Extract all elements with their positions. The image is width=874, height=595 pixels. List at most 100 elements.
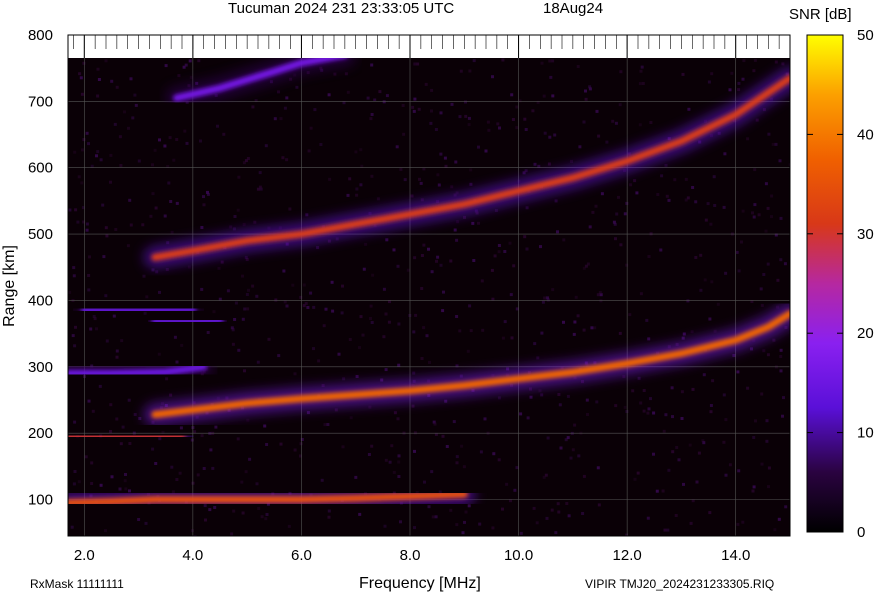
noise-speck bbox=[619, 243, 623, 247]
noise-speck bbox=[691, 186, 695, 189]
noise-speck bbox=[226, 289, 230, 293]
noise-speck bbox=[450, 185, 454, 189]
noise-speck bbox=[639, 69, 643, 73]
noise-speck bbox=[312, 347, 315, 351]
noise-speck bbox=[322, 324, 326, 328]
noise-speck bbox=[320, 478, 324, 482]
noise-speck bbox=[87, 274, 91, 277]
noise-speck bbox=[299, 442, 303, 446]
y-tick-label: 700 bbox=[28, 93, 53, 110]
noise-speck bbox=[77, 480, 81, 484]
noise-speck bbox=[710, 280, 714, 284]
noise-speck bbox=[413, 97, 417, 101]
noise-speck bbox=[151, 447, 155, 451]
noise-speck bbox=[68, 290, 72, 294]
noise-speck bbox=[728, 463, 732, 467]
noise-speck bbox=[524, 169, 528, 173]
noise-speck bbox=[460, 444, 464, 448]
noise-speck bbox=[709, 410, 713, 414]
noise-speck bbox=[246, 307, 250, 311]
noise-speck bbox=[556, 502, 560, 506]
x-tick-label: 12.0 bbox=[613, 547, 642, 564]
noise-speck bbox=[90, 461, 94, 465]
noise-speck bbox=[410, 194, 414, 198]
noise-speck bbox=[755, 118, 759, 122]
noise-speck bbox=[766, 206, 770, 210]
noise-speck bbox=[576, 314, 580, 318]
noise-speck bbox=[371, 273, 375, 277]
noise-speck bbox=[690, 330, 694, 334]
noise-speck bbox=[548, 135, 552, 139]
noise-speck bbox=[169, 393, 173, 397]
noise-speck bbox=[703, 278, 707, 282]
noise-speck bbox=[175, 478, 179, 481]
noise-speck bbox=[647, 337, 651, 341]
noise-speck bbox=[519, 412, 523, 416]
y-tick-label: 200 bbox=[28, 425, 53, 442]
noise-speck bbox=[635, 191, 639, 195]
noise-speck bbox=[596, 466, 600, 470]
noise-speck bbox=[554, 531, 558, 535]
noise-speck bbox=[753, 203, 757, 207]
noise-speck bbox=[380, 378, 384, 382]
noise-speck bbox=[597, 503, 601, 507]
noise-speck bbox=[131, 116, 135, 120]
noise-speck bbox=[358, 512, 362, 516]
noise-speck bbox=[752, 69, 756, 73]
noise-speck bbox=[458, 115, 462, 119]
noise-speck bbox=[302, 283, 306, 287]
noise-speck bbox=[779, 348, 783, 352]
noise-speck bbox=[424, 82, 428, 86]
noise-speck bbox=[649, 397, 652, 401]
noise-speck bbox=[623, 405, 627, 409]
noise-speck bbox=[137, 159, 141, 163]
noise-speck bbox=[120, 339, 124, 343]
colorbar-tick-label: 40 bbox=[857, 126, 874, 143]
noise-speck bbox=[581, 512, 585, 515]
noise-speck bbox=[333, 72, 337, 76]
noise-speck bbox=[91, 409, 95, 413]
noise-speck bbox=[674, 514, 678, 517]
noise-speck bbox=[327, 509, 331, 513]
noise-speck bbox=[260, 515, 264, 519]
echo-trace bbox=[68, 432, 186, 440]
noise-speck bbox=[230, 532, 234, 536]
noise-speck bbox=[557, 510, 561, 514]
noise-speck bbox=[328, 177, 332, 181]
noise-speck bbox=[614, 404, 618, 408]
noise-speck bbox=[427, 247, 430, 251]
noise-speck bbox=[202, 467, 206, 470]
noise-speck bbox=[401, 104, 405, 107]
noise-speck bbox=[614, 121, 618, 125]
noise-speck bbox=[782, 396, 785, 400]
noise-speck bbox=[419, 181, 423, 185]
x-axis-label: Frequency [MHz] bbox=[359, 575, 481, 592]
noise-speck bbox=[730, 71, 734, 75]
noise-speck bbox=[454, 160, 458, 164]
noise-speck bbox=[154, 462, 158, 465]
noise-speck bbox=[157, 352, 161, 356]
noise-speck bbox=[551, 288, 555, 292]
noise-speck bbox=[638, 82, 642, 86]
noise-speck bbox=[498, 126, 501, 130]
noise-speck bbox=[341, 445, 345, 449]
noise-speck bbox=[77, 175, 81, 179]
noise-speck bbox=[710, 72, 714, 76]
noise-speck bbox=[655, 489, 659, 493]
noise-speck bbox=[285, 96, 289, 100]
noise-speck bbox=[677, 458, 681, 462]
noise-speck bbox=[281, 156, 285, 160]
noise-speck bbox=[119, 164, 123, 167]
colorbar-tick-label: 20 bbox=[857, 325, 874, 342]
noise-speck bbox=[170, 465, 174, 469]
noise-speck bbox=[178, 471, 182, 475]
noise-speck bbox=[264, 144, 268, 148]
noise-speck bbox=[765, 419, 769, 423]
noise-speck bbox=[466, 349, 470, 353]
noise-speck bbox=[633, 179, 637, 183]
noise-speck bbox=[652, 452, 655, 456]
noise-speck bbox=[641, 82, 645, 85]
noise-speck bbox=[99, 483, 103, 487]
noise-speck bbox=[199, 139, 202, 143]
noise-speck bbox=[588, 87, 592, 91]
